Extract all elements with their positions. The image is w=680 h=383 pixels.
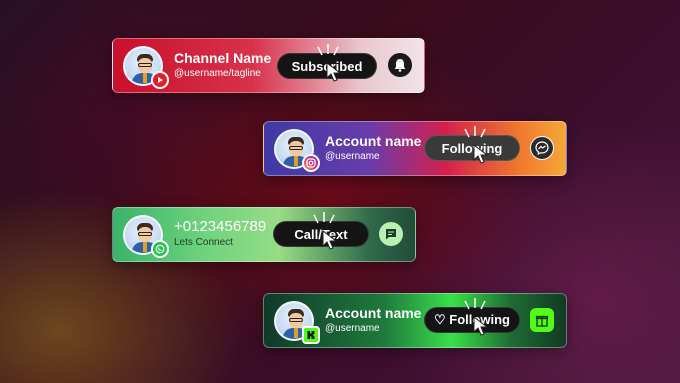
- kick-icon: [302, 326, 320, 344]
- account-handle: @username: [325, 323, 380, 334]
- cursor-icon: [326, 62, 342, 82]
- gift-button[interactable]: [530, 308, 554, 332]
- phone-number: +0123456789: [174, 218, 267, 235]
- cursor-icon: [473, 316, 489, 336]
- channel-handle: @username/tagline: [174, 68, 261, 79]
- instagram-icon: [302, 154, 320, 172]
- messenger-icon: [535, 141, 549, 155]
- cursor-icon: [322, 230, 338, 250]
- following-button[interactable]: ♡ Following: [424, 298, 520, 336]
- click-sparkle-icon: [464, 298, 486, 310]
- chat-icon: [386, 229, 396, 240]
- click-sparkle-icon: [313, 212, 335, 224]
- account-name: Account name: [325, 305, 422, 321]
- youtube-channel-card: Channel Name @username/tagline Subscribe…: [112, 38, 425, 93]
- whatsapp-contact-card: +0123456789 Lets Connect Call/Text: [112, 207, 416, 262]
- channel-name: Channel Name: [174, 50, 272, 66]
- call-text-button[interactable]: Call/Text: [273, 212, 369, 250]
- kick-account-card: Account name @username ♡ Following: [263, 293, 567, 348]
- click-sparkle-icon: [464, 126, 486, 138]
- subscribed-button[interactable]: Subscribed: [277, 44, 377, 82]
- bell-button[interactable]: [388, 53, 412, 77]
- call-text-button-label: Call/Text: [294, 226, 348, 242]
- gift-icon: [535, 315, 549, 327]
- instagram-account-card: Account name @username Following: [263, 121, 567, 176]
- account-handle: @username: [325, 151, 380, 162]
- bell-icon: [394, 59, 406, 72]
- cursor-icon: [473, 144, 489, 164]
- youtube-icon: [151, 71, 169, 89]
- whatsapp-icon: [151, 240, 169, 258]
- contact-tagline: Lets Connect: [174, 237, 233, 248]
- following-button[interactable]: Following: [424, 126, 520, 164]
- following-button-label: Following: [441, 140, 503, 156]
- account-name: Account name: [325, 133, 422, 149]
- following-button-label: ♡ Following: [434, 312, 510, 327]
- chat-button[interactable]: [379, 222, 403, 246]
- messenger-button[interactable]: [530, 136, 554, 160]
- click-sparkle-icon: [317, 44, 339, 56]
